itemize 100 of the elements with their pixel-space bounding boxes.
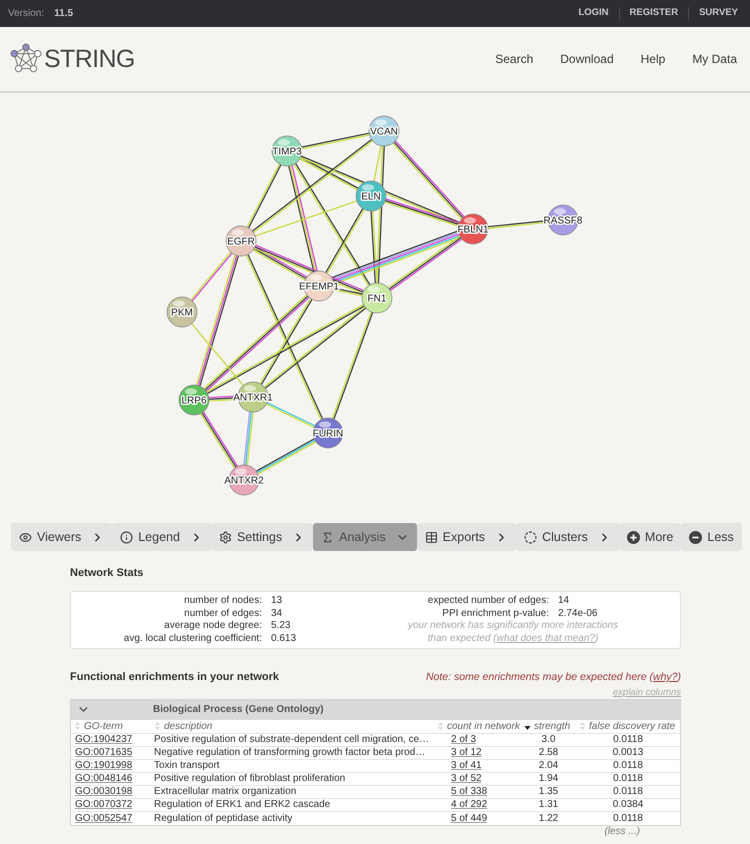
network-logo-icon[interactable]	[10, 43, 42, 75]
interaction-edge[interactable]	[370, 210, 378, 284]
stat-label: avg. local clustering coefficient:	[122, 632, 262, 645]
category-header[interactable]: Biological Process (Gene Ontology)	[71, 700, 680, 720]
account-link[interactable]: REGISTER	[630, 6, 678, 21]
interaction-edge[interactable]	[388, 236, 462, 292]
protein-node[interactable]	[166, 296, 198, 328]
interaction-edge[interactable]	[384, 198, 460, 227]
go-term-link[interactable]: GO:0052547	[75, 812, 132, 824]
interaction-edge[interactable]	[301, 132, 370, 150]
version-label: Version:	[8, 7, 44, 21]
count-link[interactable]: 5 of 338	[451, 786, 488, 798]
count-link[interactable]: 3 of 52	[451, 773, 482, 784]
protein-label: PKM	[171, 308, 193, 318]
interaction-edge[interactable]	[252, 246, 308, 280]
plus-circle-icon	[626, 530, 640, 544]
protein-node[interactable]	[272, 136, 302, 166]
nav-link[interactable]: Help	[640, 50, 666, 68]
sort-icon	[437, 721, 444, 732]
interaction-edge[interactable]	[196, 254, 239, 386]
section-title: Network Stats	[70, 566, 144, 580]
protein-node[interactable]	[178, 384, 210, 416]
toolbar-button[interactable]: Legend	[112, 523, 211, 551]
stat-value: 5.23	[271, 620, 292, 632]
protein-node[interactable]	[356, 180, 386, 212]
count-link[interactable]: 2 of 3	[451, 734, 476, 746]
toolbar-button[interactable]: Exports	[416, 523, 516, 551]
protein-node[interactable]	[458, 214, 488, 244]
interaction-edge[interactable]	[246, 164, 282, 228]
eye-icon	[19, 530, 32, 544]
interaction-edge[interactable]	[332, 312, 374, 420]
why-link[interactable]: why?	[652, 671, 678, 683]
interaction-edge[interactable]	[300, 156, 358, 190]
protein-label: EGFR	[227, 236, 255, 248]
interaction-edge[interactable]	[392, 140, 465, 220]
toolbar-button[interactable]: Settings	[210, 523, 314, 551]
go-term-link[interactable]: GO:1901998	[75, 760, 132, 772]
protein-label: EFEMP1	[299, 282, 339, 292]
nav-link[interactable]: Download	[560, 50, 614, 68]
interaction-edge[interactable]	[264, 306, 366, 389]
logo-text[interactable]: STRING	[44, 46, 135, 72]
column-header[interactable]: count in network	[437, 718, 520, 734]
less-link[interactable]: (less ...)	[604, 826, 640, 838]
term-description: Positive regulation of fibroblast proliferation	[154, 773, 346, 784]
column-header[interactable]: false discovery rate	[579, 718, 676, 734]
interaction-edge[interactable]	[200, 412, 238, 468]
stat-value: 14	[558, 595, 570, 608]
toolbar-button[interactable]: Less	[681, 523, 742, 551]
go-term-link[interactable]: GO:1904237	[75, 734, 132, 746]
term-description: Regulation of peptidase activity	[154, 812, 292, 824]
go-term-link[interactable]: GO:0030198	[75, 786, 132, 798]
protein-node[interactable]	[362, 282, 392, 314]
protein-label: FN1	[368, 294, 386, 304]
go-term-link[interactable]: GO:0048146	[75, 773, 132, 784]
go-term-link[interactable]: GO:0071635	[75, 747, 132, 758]
strength-value: 1.31	[538, 799, 558, 810]
interaction-edge[interactable]	[325, 208, 365, 274]
protein-node[interactable]	[312, 418, 344, 448]
info-icon	[120, 530, 134, 544]
count-link[interactable]: 5 of 449	[451, 812, 488, 824]
stat-value: 13	[271, 595, 284, 608]
strength-value: 3.0	[542, 734, 556, 746]
stat-label: number of nodes:	[183, 595, 262, 608]
interaction-edge[interactable]	[259, 298, 313, 385]
go-term-link[interactable]: GO:0070372	[75, 799, 132, 810]
count-link[interactable]: 3 of 12	[451, 747, 482, 758]
account-link[interactable]: SURVEY	[699, 6, 738, 21]
column-header[interactable]: GO-term	[74, 718, 123, 734]
sort-icon	[154, 721, 161, 732]
term-description: Toxin transport	[154, 760, 220, 772]
nav-link[interactable]: My Data	[692, 50, 737, 68]
toolbar-button[interactable]: Viewers	[11, 523, 112, 551]
protein-label: LRP6	[182, 396, 206, 406]
fdr-value: 0.0118	[613, 773, 643, 784]
interaction-edge[interactable]	[256, 438, 316, 475]
protein-label: FURIN	[312, 428, 344, 440]
interaction-edge[interactable]	[206, 304, 365, 394]
stat-value: 0.613	[271, 632, 298, 645]
protein-label: TIMP3	[272, 146, 302, 158]
stat-value: 2.74e-06	[558, 608, 598, 620]
protein-label: VCAN	[370, 126, 398, 138]
strength-value: 1.35	[538, 786, 558, 798]
protein-node[interactable]	[226, 226, 256, 256]
minus-circle-icon	[689, 530, 702, 544]
fdr-value: 0.0118	[613, 760, 643, 772]
count-link[interactable]: 4 of 292	[451, 799, 488, 810]
dashed-circle-icon	[524, 530, 538, 544]
column-header[interactable]: description	[154, 718, 212, 734]
count-link[interactable]: 3 of 41	[451, 760, 482, 772]
toolbar-button[interactable]: More	[618, 523, 682, 551]
toolbar-button[interactable]: Clusters	[516, 523, 619, 551]
strength-value: 1.94	[538, 773, 558, 784]
account-link[interactable]: LOGIN	[578, 6, 609, 21]
column-header[interactable]: strength	[524, 718, 570, 734]
interaction-edge[interactable]	[204, 294, 310, 392]
enrichment-note: Note: some enrichments may be expected here (why?)	[426, 670, 681, 685]
term-description: Negative regulation of transforming growth factor beta prod…	[154, 747, 426, 758]
nav-link[interactable]: Search	[495, 50, 534, 68]
fdr-value: 0.0013	[612, 747, 644, 758]
protein-node[interactable]	[368, 116, 400, 146]
